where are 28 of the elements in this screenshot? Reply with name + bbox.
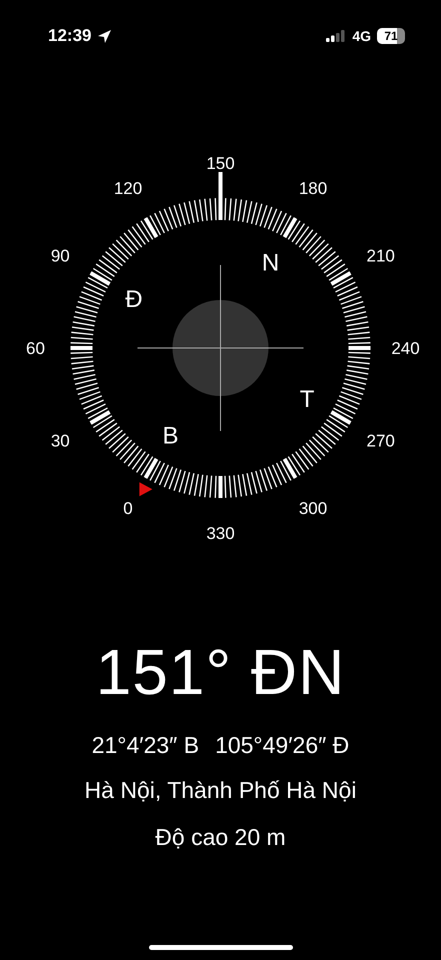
degree-label: 60 bbox=[26, 339, 45, 358]
location-arrow-icon bbox=[97, 28, 112, 44]
degree-label: 90 bbox=[50, 246, 70, 266]
longitude: 105°49′26″ Đ bbox=[215, 734, 350, 757]
north-marker-icon bbox=[139, 482, 152, 496]
heading-reading: 151° ĐN bbox=[96, 640, 346, 704]
degree-label: 210 bbox=[366, 246, 395, 266]
degree-label: 300 bbox=[298, 499, 328, 518]
degree-label: 150 bbox=[206, 154, 235, 173]
cardinal-letter: T bbox=[300, 386, 314, 413]
degree-label: 180 bbox=[298, 178, 328, 198]
clock-time: 12:39 bbox=[48, 26, 92, 46]
degree-label: 120 bbox=[114, 178, 142, 198]
network-type: 4G bbox=[352, 28, 371, 44]
degree-label: 30 bbox=[50, 432, 70, 450]
cardinal-letter: B bbox=[162, 422, 178, 450]
cardinal-letter: Đ bbox=[125, 286, 143, 313]
degree-label: 0 bbox=[123, 499, 133, 518]
cardinal-letter: N bbox=[262, 249, 280, 276]
battery-level: 71 bbox=[377, 28, 405, 44]
signal-icon bbox=[326, 30, 346, 42]
latitude: 21°4′23″ B bbox=[92, 734, 200, 757]
degree-label: 270 bbox=[366, 432, 395, 450]
degree-label: 240 bbox=[391, 339, 420, 358]
degree-label: 330 bbox=[206, 524, 235, 543]
home-indicator[interactable] bbox=[148, 945, 292, 950]
altitude: Độ cao 20 m bbox=[155, 824, 286, 851]
location-name: Hà Nội, Thành Phố Hà Nội bbox=[84, 777, 356, 804]
